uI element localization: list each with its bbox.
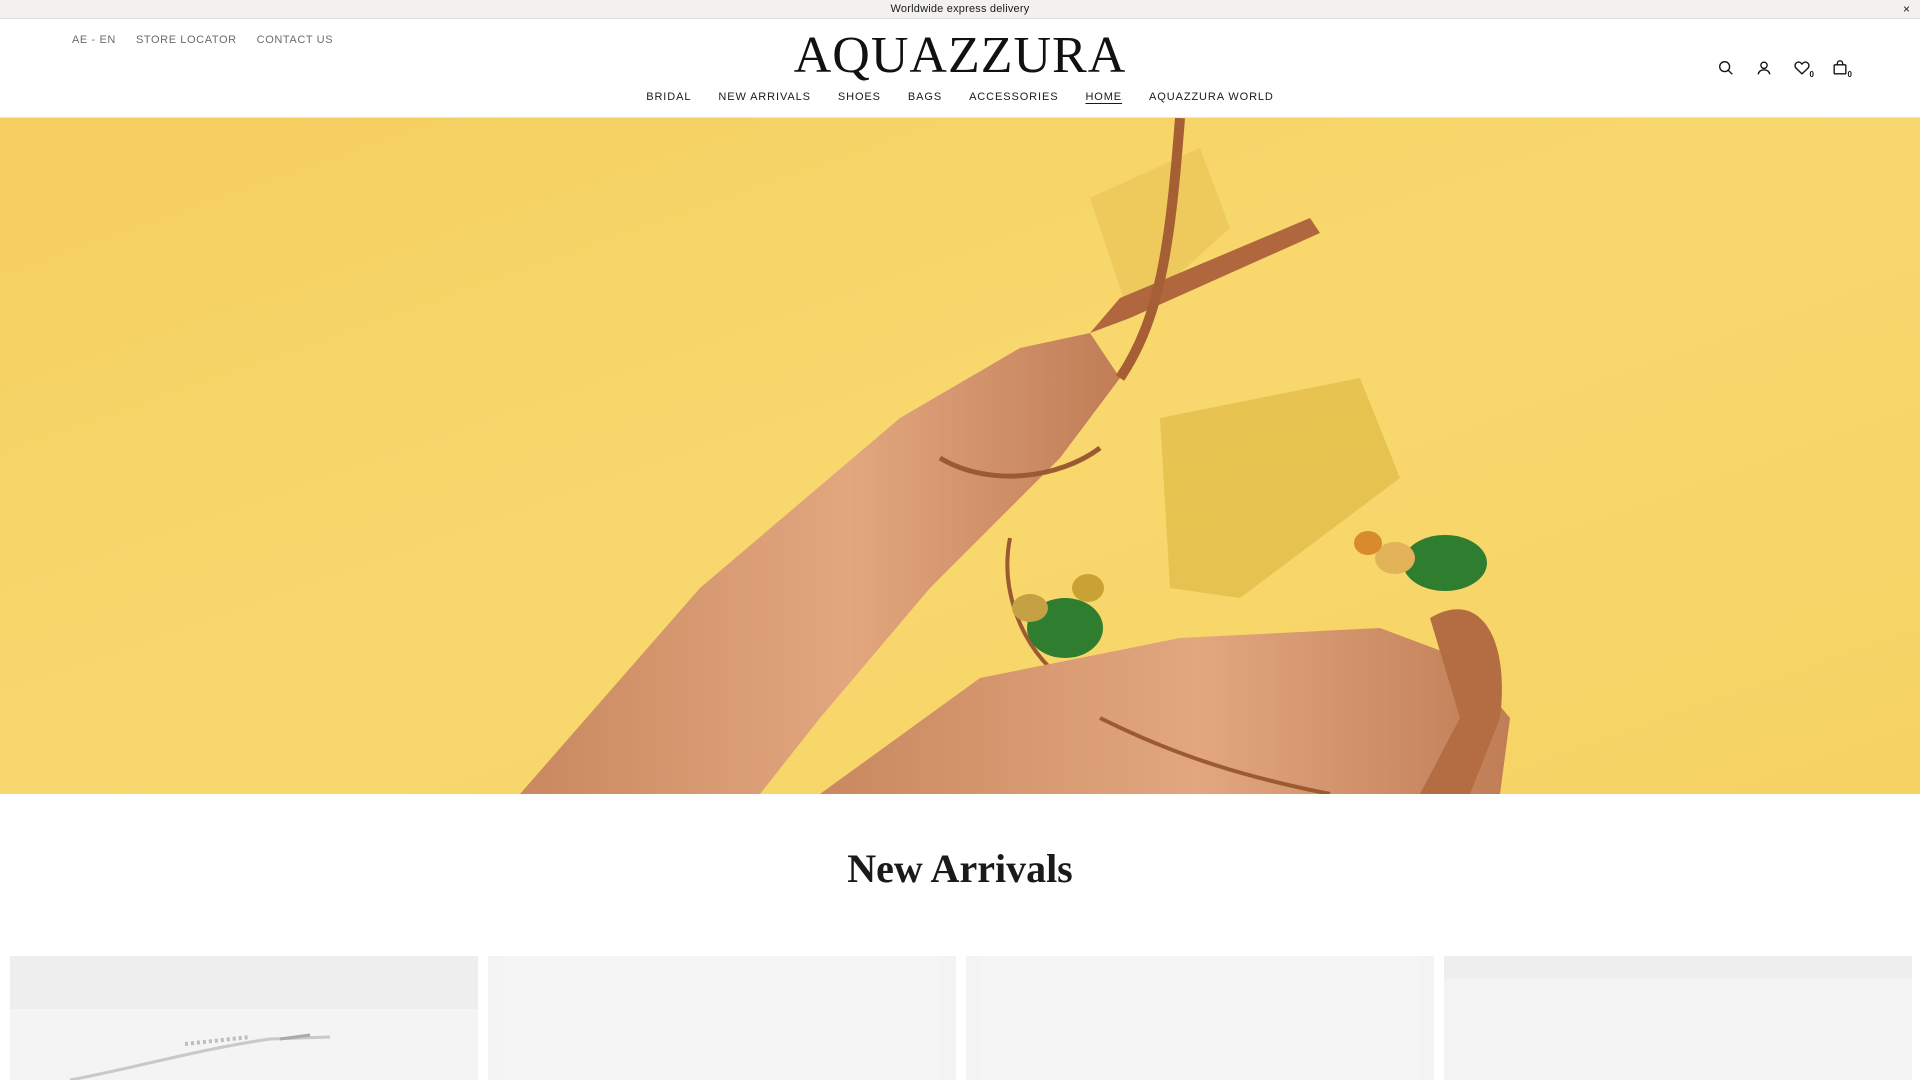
utility-links: AE - EN STORE LOCATOR CONTACT US <box>72 34 333 46</box>
bag-count: 0 <box>1847 70 1852 79</box>
nav-home[interactable]: HOME <box>1085 89 1122 105</box>
hero-banner[interactable] <box>0 118 1920 794</box>
brand-logo[interactable]: AQUAZZURA <box>794 30 1127 82</box>
announcement-bar: Worldwide express delivery × <box>0 0 1920 19</box>
nav-aquazzura-world[interactable]: AQUAZZURA WORLD <box>1149 89 1274 105</box>
product-card[interactable] <box>1444 956 1912 1080</box>
product-image-top <box>10 956 478 1009</box>
product-image <box>503 956 941 1080</box>
account-icon[interactable] <box>1754 58 1774 78</box>
store-locator-link[interactable]: STORE LOCATOR <box>136 34 237 46</box>
wishlist-count: 0 <box>1809 70 1814 79</box>
nav-bags[interactable]: BAGS <box>908 89 942 105</box>
site-header: AE - EN STORE LOCATOR CONTACT US AQUAZZU… <box>0 20 1920 118</box>
hero-image <box>0 118 1920 794</box>
announcement-text: Worldwide express delivery <box>890 3 1030 15</box>
nav-shoes[interactable]: SHOES <box>838 89 881 105</box>
product-image <box>10 1009 478 1080</box>
contact-us-link[interactable]: CONTACT US <box>257 34 334 46</box>
section-title: New Arrivals <box>847 846 1073 891</box>
main-navigation: BRIDAL NEW ARRIVALS SHOES BAGS ACCESSORI… <box>0 89 1920 105</box>
product-card[interactable] <box>488 956 956 1080</box>
nav-bridal[interactable]: BRIDAL <box>646 89 691 105</box>
product-image <box>1444 956 1912 978</box>
close-icon[interactable]: × <box>1903 2 1910 16</box>
nav-new-arrivals[interactable]: NEW ARRIVALS <box>718 89 811 105</box>
product-card[interactable] <box>10 956 478 1080</box>
nav-accessories[interactable]: ACCESSORIES <box>969 89 1058 105</box>
bag-icon[interactable]: 0 <box>1830 58 1852 79</box>
search-icon[interactable] <box>1716 58 1736 78</box>
product-image <box>981 956 1419 1080</box>
header-icons: 0 0 <box>1716 58 1852 79</box>
product-card[interactable] <box>966 956 1434 1080</box>
locale-selector[interactable]: AE - EN <box>72 34 116 46</box>
product-grid <box>10 956 1912 1080</box>
wishlist-icon[interactable]: 0 <box>1792 58 1814 79</box>
